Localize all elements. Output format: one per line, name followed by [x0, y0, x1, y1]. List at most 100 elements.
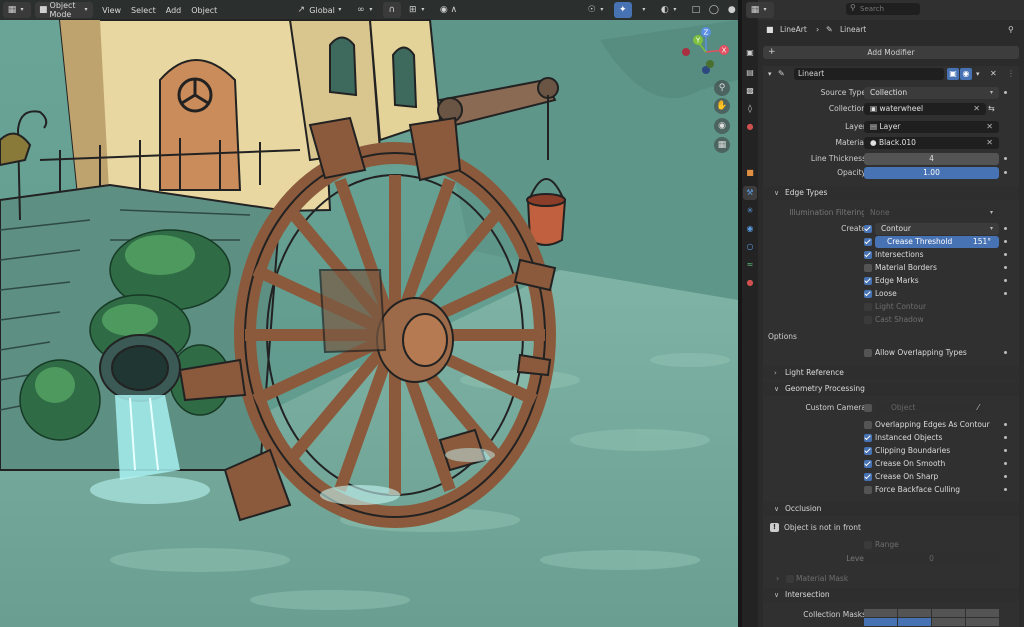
- transform-orientation-selector[interactable]: ↗ Global ▾: [292, 2, 349, 18]
- keyframe-dot[interactable]: [1004, 240, 1007, 243]
- keyframe-dot[interactable]: [1004, 91, 1007, 94]
- contour-checkbox[interactable]: [864, 225, 872, 233]
- editor-type-button[interactable]: ▦ ▾: [3, 2, 31, 18]
- tab-physics[interactable]: ◉: [743, 222, 757, 236]
- keyframe-dot[interactable]: [1004, 227, 1007, 230]
- proportional-edit-button[interactable]: ◉ ∧: [435, 2, 463, 18]
- camera-object-field[interactable]: Object ⁄: [875, 402, 985, 414]
- mask-bit[interactable]: [932, 609, 965, 617]
- custom-camera-checkbox[interactable]: [864, 404, 872, 412]
- mode-selector[interactable]: ■ Object Mode ▾: [35, 1, 94, 19]
- keyframe-dot[interactable]: [1004, 351, 1007, 354]
- intersection-panel-header[interactable]: ∨ Intersection: [763, 588, 1019, 602]
- zoom-view-button[interactable]: ⚲: [714, 80, 730, 96]
- tab-data[interactable]: ≈: [743, 258, 757, 272]
- perspective-toggle-button[interactable]: ▦: [714, 137, 730, 153]
- breadcrumb-object[interactable]: LineArt: [780, 23, 807, 37]
- mask-bit[interactable]: [898, 609, 931, 617]
- mask-bit[interactable]: [932, 618, 965, 626]
- tab-object[interactable]: ■: [743, 166, 757, 180]
- clear-icon[interactable]: ✕: [973, 103, 980, 115]
- level-field[interactable]: 0: [864, 553, 999, 565]
- search-input[interactable]: Search: [846, 3, 920, 15]
- clear-icon[interactable]: ✕: [986, 137, 993, 149]
- range-checkbox[interactable]: [864, 541, 872, 549]
- shading-solid-button[interactable]: ●: [723, 2, 738, 18]
- render-camera-icon[interactable]: ◉: [960, 68, 972, 80]
- pan-view-button[interactable]: ✋: [714, 98, 730, 114]
- swap-icon[interactable]: ⇆: [988, 102, 995, 116]
- pivot-point-button[interactable]: ∞ ▾: [352, 2, 380, 18]
- menu-select[interactable]: Select: [126, 6, 161, 15]
- drag-handle-icon[interactable]: ⋮: [1007, 67, 1015, 81]
- option-checkbox[interactable]: [864, 421, 872, 429]
- option-checkbox[interactable]: [864, 473, 872, 481]
- tab-view-layer[interactable]: ▩: [743, 84, 757, 98]
- option-checkbox[interactable]: [864, 486, 872, 494]
- edge-types-panel-header[interactable]: ∨ Edge Types: [763, 186, 1019, 200]
- tab-material[interactable]: ●: [743, 276, 757, 290]
- option-checkbox[interactable]: [864, 277, 872, 285]
- allow-overlapping-checkbox[interactable]: [864, 349, 872, 357]
- source-type-dropdown[interactable]: Collection ▾: [864, 87, 999, 99]
- shading-wireframe-button[interactable]: ◯: [705, 2, 723, 18]
- keyframe-dot[interactable]: [1004, 436, 1007, 439]
- overlays-toggle[interactable]: ◐ ▾: [656, 2, 684, 18]
- option-checkbox[interactable]: [864, 303, 872, 311]
- keyframe-dot[interactable]: [1004, 171, 1007, 174]
- keyframe-dot[interactable]: [1004, 475, 1007, 478]
- crease-checkbox[interactable]: [864, 238, 872, 246]
- menu-object[interactable]: Object: [186, 6, 222, 15]
- collection-mask-grid[interactable]: [864, 609, 999, 627]
- option-checkbox[interactable]: [864, 447, 872, 455]
- option-checkbox[interactable]: [864, 460, 872, 468]
- navigation-gizmo[interactable]: Z X Y: [676, 24, 732, 80]
- chevron-down-icon[interactable]: ▾: [976, 67, 980, 81]
- mask-bit[interactable]: [898, 618, 931, 626]
- tab-world[interactable]: ●: [743, 120, 757, 134]
- option-checkbox[interactable]: [864, 316, 872, 324]
- option-checkbox[interactable]: [864, 434, 872, 442]
- 3d-viewport[interactable]: ▦ ▾ ■ Object Mode ▾ View Select Add Objec…: [0, 0, 738, 627]
- occlusion-panel-header[interactable]: ∨ Occlusion: [763, 502, 1019, 516]
- layer-field[interactable]: ▤ Layer ✕: [864, 121, 999, 133]
- tab-constraints[interactable]: ○: [743, 240, 757, 254]
- mask-bit[interactable]: [966, 609, 999, 617]
- tab-render[interactable]: ▣: [743, 46, 757, 60]
- tab-scene[interactable]: ◊: [743, 102, 757, 116]
- snap-target-button[interactable]: ⊞ ▾: [404, 2, 432, 18]
- light-reference-panel-header[interactable]: › Light Reference: [763, 366, 1019, 380]
- line-thickness-field[interactable]: 4: [864, 153, 999, 165]
- contour-dropdown[interactable]: Contour ▾: [875, 223, 999, 235]
- properties-editor-type[interactable]: ▦ ▾: [746, 2, 774, 18]
- keyframe-dot[interactable]: [1004, 462, 1007, 465]
- collection-field[interactable]: ▣ waterwheel ✕: [864, 103, 986, 115]
- close-icon[interactable]: ✕: [990, 67, 997, 81]
- clear-icon[interactable]: ✕: [986, 121, 993, 133]
- mask-bit[interactable]: [864, 609, 897, 617]
- keyframe-dot[interactable]: [1004, 488, 1007, 491]
- keyframe-dot[interactable]: [1004, 266, 1007, 269]
- material-mask-checkbox[interactable]: [786, 575, 794, 583]
- realtime-display-icon[interactable]: ▣: [947, 68, 959, 80]
- keyframe-dot[interactable]: [1004, 292, 1007, 295]
- mask-bit[interactable]: [864, 618, 897, 626]
- tab-modifiers[interactable]: ⚒: [743, 186, 757, 200]
- xray-toggle[interactable]: □: [687, 2, 705, 18]
- pin-icon[interactable]: ⚲: [1008, 23, 1014, 37]
- modifier-name-field[interactable]: Lineart: [794, 68, 944, 80]
- option-checkbox[interactable]: [864, 290, 872, 298]
- opacity-slider[interactable]: 1.00: [864, 167, 999, 179]
- snap-toggle[interactable]: ∩: [382, 2, 401, 18]
- collapse-arrow-icon[interactable]: ▾: [768, 67, 772, 81]
- visibility-button[interactable]: ☉ ▾: [583, 2, 611, 18]
- tab-particles[interactable]: ✳: [743, 204, 757, 218]
- menu-view[interactable]: View: [97, 6, 126, 15]
- eyedropper-icon[interactable]: ⁄: [978, 402, 979, 414]
- mask-bit[interactable]: [966, 618, 999, 626]
- keyframe-dot[interactable]: [1004, 423, 1007, 426]
- crease-threshold-slider[interactable]: Crease Threshold 151°: [875, 236, 999, 248]
- chevron-right-icon[interactable]: ›: [776, 572, 779, 586]
- gizmo-toggle[interactable]: ✦: [613, 2, 632, 18]
- gizmo-options-button[interactable]: ▾: [635, 2, 653, 18]
